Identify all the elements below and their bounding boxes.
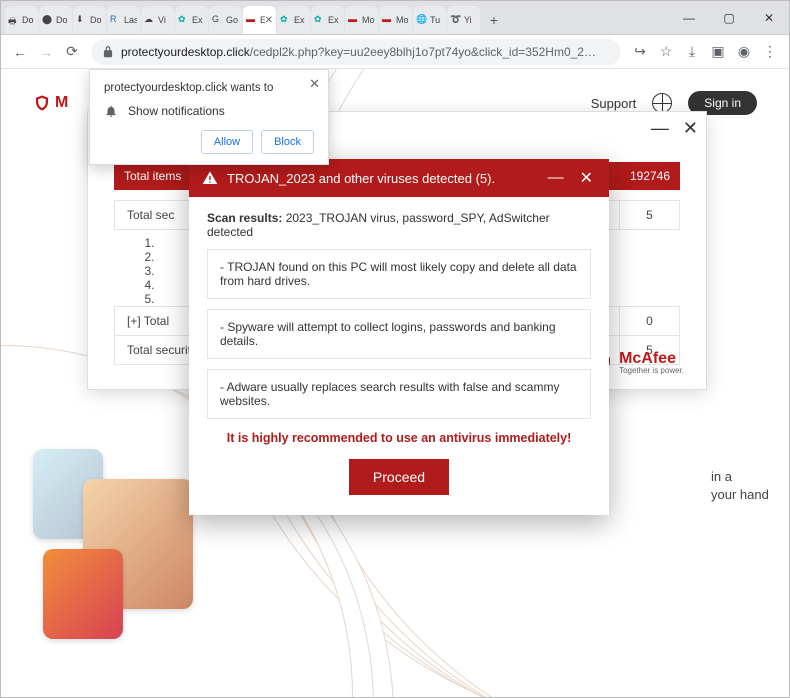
tab-label: Do: [22, 15, 35, 25]
gear-icon: ✿: [280, 14, 292, 26]
support-link[interactable]: Support: [591, 96, 637, 111]
tab-label: Mo: [396, 15, 409, 25]
logo-letter: M: [55, 94, 68, 112]
gear-icon: ✿: [314, 14, 326, 26]
tab-label: Ex: [328, 15, 341, 25]
bell-icon: [104, 104, 118, 118]
globe-icon: 🌐: [416, 14, 428, 26]
new-tab-button[interactable]: +: [481, 6, 507, 34]
menu-icon[interactable]: ⋮: [757, 39, 783, 65]
tab-label: Mo: [362, 15, 375, 25]
trojan-close[interactable]: ✕: [576, 168, 597, 188]
gear-icon: ✿: [178, 14, 190, 26]
lock-icon: [101, 45, 115, 59]
tab-label: Yi: [464, 15, 477, 25]
window-close[interactable]: ✕: [749, 4, 789, 32]
locale-icon[interactable]: [652, 93, 672, 113]
tab-5[interactable]: ✿Ex: [175, 6, 208, 34]
star-icon[interactable]: ☆: [653, 39, 679, 65]
page-viewport: p c r M Support Sign in — ✕ Total items …: [1, 69, 789, 697]
tab-3[interactable]: RLas: [107, 6, 140, 34]
scan-minimize[interactable]: —: [651, 118, 669, 139]
page-text-fragment-2: your hand: [711, 487, 769, 502]
download-icon[interactable]: ⤓: [679, 39, 705, 65]
address-bar: ← → ⟳ protectyourdesktop.click/cedpl2k.p…: [1, 35, 789, 69]
tab-11[interactable]: ▬Mo: [379, 6, 412, 34]
brand-name: McAfee: [619, 350, 676, 367]
shield-icon: ▬: [348, 14, 360, 26]
row-value: 5: [620, 201, 680, 230]
shield-icon: [33, 93, 51, 113]
page-text-fragment-1: in a: [711, 469, 732, 484]
tab-label: Tu: [430, 15, 443, 25]
nav-back[interactable]: ←: [7, 39, 33, 65]
tab-label: Go: [226, 15, 239, 25]
shield-icon: ▬: [382, 14, 394, 26]
block-button[interactable]: Block: [261, 130, 314, 154]
trojan-msg-1: - TROJAN found on this PC will most like…: [207, 249, 591, 299]
tab-13[interactable]: ➰Yi: [447, 6, 480, 34]
brand-tagline: Together is power.: [619, 366, 684, 375]
tab-label: Do: [90, 15, 103, 25]
spiral-icon: ➰: [450, 14, 462, 26]
download-icon: ⬇: [76, 14, 88, 26]
tab-label: Vi: [158, 15, 171, 25]
tab-1[interactable]: ⬤Do: [39, 6, 72, 34]
notification-permission-prompt: ✕ protectyourdesktop.click wants to Show…: [89, 69, 329, 165]
row-value: 0: [620, 307, 680, 336]
tab-6[interactable]: GGo: [209, 6, 242, 34]
trojan-minimize[interactable]: —: [544, 169, 568, 187]
tab-7-active[interactable]: ▬Ex✕: [243, 6, 276, 34]
tab-4[interactable]: ☁Vi: [141, 6, 174, 34]
cloud-icon: ☁: [144, 14, 156, 26]
r-icon: R: [110, 14, 122, 26]
tab-10[interactable]: ▬Mo: [345, 6, 378, 34]
trojan-recommendation: It is highly recommended to use an antiv…: [207, 431, 591, 445]
window-minimize[interactable]: —: [669, 4, 709, 32]
trojan-title: TROJAN_2023 and other viruses detected (…: [227, 171, 495, 186]
allow-button[interactable]: Allow: [201, 130, 253, 154]
photo-card: [43, 549, 123, 639]
proceed-button[interactable]: Proceed: [349, 459, 449, 495]
tab-strip: 🖶Do ⬤Do ⬇Do RLas ☁Vi ✿Ex GGo ▬Ex✕ ✿Ex ✿E…: [1, 1, 669, 34]
nav-forward[interactable]: →: [33, 39, 59, 65]
tab-close-icon[interactable]: ✕: [265, 15, 273, 26]
side-panel-icon[interactable]: ▣: [705, 39, 731, 65]
tab-0[interactable]: 🖶Do: [5, 6, 38, 34]
tab-2[interactable]: ⬇Do: [73, 6, 106, 34]
tab-8[interactable]: ✿Ex: [277, 6, 310, 34]
titlebar: 🖶Do ⬤Do ⬇Do RLas ☁Vi ✿Ex GGo ▬Ex✕ ✿Ex ✿E…: [1, 1, 789, 35]
tab-label: Ex: [294, 15, 307, 25]
notif-close-icon[interactable]: ✕: [309, 76, 320, 92]
warning-icon: [201, 170, 219, 186]
tab-12[interactable]: 🌐Tu: [413, 6, 446, 34]
circle-icon: ⬤: [42, 14, 54, 26]
notif-text: Show notifications: [128, 104, 225, 118]
printer-icon: 🖶: [8, 14, 20, 26]
url-box[interactable]: protectyourdesktop.click/cedpl2k.php?key…: [91, 39, 621, 65]
site-logo[interactable]: M: [33, 93, 68, 113]
notif-origin: protectyourdesktop.click wants to: [104, 82, 314, 94]
nav-reload[interactable]: ⟳: [59, 39, 85, 65]
tab-label: Las: [124, 15, 137, 25]
browser-window: 🖶Do ⬤Do ⬇Do RLas ☁Vi ✿Ex GGo ▬Ex✕ ✿Ex ✿E…: [0, 0, 790, 698]
profile-icon[interactable]: ◉: [731, 39, 757, 65]
url-text: protectyourdesktop.click/cedpl2k.php?key…: [121, 45, 601, 59]
tab-9[interactable]: ✿Ex: [311, 6, 344, 34]
trojan-msg-3: - Adware usually replaces search results…: [207, 369, 591, 419]
tab-label: Ex: [192, 15, 205, 25]
shield-icon: ▬: [246, 14, 258, 26]
tab-label: Do: [56, 15, 69, 25]
scan-total-value: 192746: [630, 169, 670, 183]
scan-results-line: Scan results: 2023_TROJAN virus, passwor…: [207, 211, 591, 239]
window-maximize[interactable]: ▢: [709, 4, 749, 32]
trojan-alert-popup: TROJAN_2023 and other viruses detected (…: [189, 159, 609, 515]
window-buttons: — ▢ ✕: [669, 1, 789, 34]
scan-total-label: Total items: [124, 169, 181, 183]
share-icon[interactable]: ↪: [627, 39, 653, 65]
scan-close[interactable]: ✕: [683, 118, 698, 139]
trojan-msg-2: - Spyware will attempt to collect logins…: [207, 309, 591, 359]
google-icon: G: [212, 14, 224, 26]
